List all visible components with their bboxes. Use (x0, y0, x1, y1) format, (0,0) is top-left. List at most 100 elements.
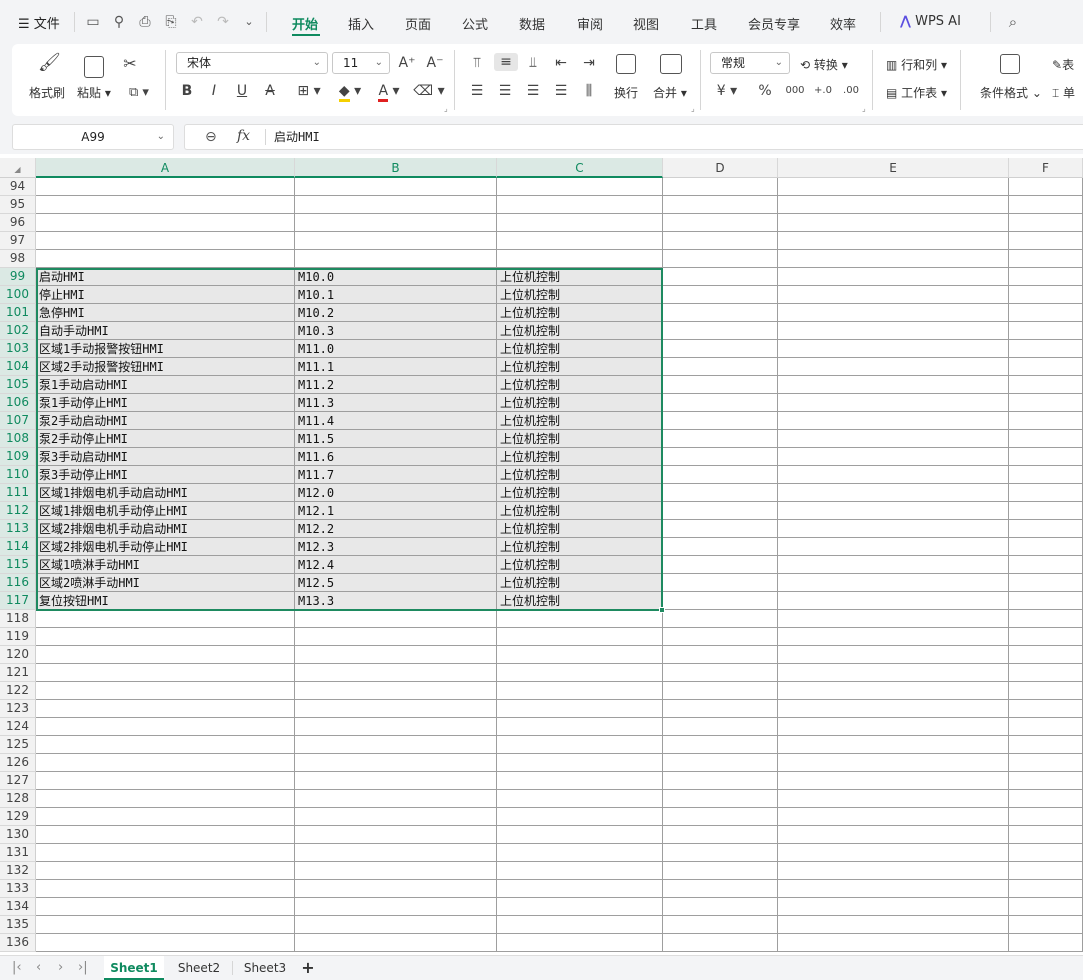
cell-a105[interactable]: 泵1手动启动HMI (36, 376, 295, 394)
share-icon[interactable]: ⚲ (110, 13, 128, 31)
row-header[interactable]: 110 (0, 466, 36, 484)
cell-b132[interactable] (295, 862, 497, 880)
cell-e94[interactable] (778, 178, 1009, 196)
cell-b107[interactable]: M11.4 (295, 412, 497, 430)
align-bottom-icon[interactable]: ⫫ (524, 54, 542, 72)
row-header[interactable]: 98 (0, 250, 36, 268)
row-header[interactable]: 113 (0, 520, 36, 538)
prev-sheet-icon[interactable]: ‹ (36, 960, 41, 975)
cell-e104[interactable] (778, 358, 1009, 376)
cell-c98[interactable] (497, 250, 663, 268)
cell-a103[interactable]: 区域1手动报警按钮HMI (36, 340, 295, 358)
cell-a94[interactable] (36, 178, 295, 196)
cell-f116[interactable] (1009, 574, 1083, 592)
cell-c94[interactable] (497, 178, 663, 196)
cell-d132[interactable] (663, 862, 778, 880)
cell-d119[interactable] (663, 628, 778, 646)
cell-f118[interactable] (1009, 610, 1083, 628)
dialog-launcher-icon[interactable]: ⌟ (691, 104, 695, 113)
row-header[interactable]: 109 (0, 448, 36, 466)
cell-d104[interactable] (663, 358, 778, 376)
dialog-launcher-icon[interactable]: ⌟ (862, 104, 866, 113)
cell-c104[interactable]: 上位机控制 (497, 358, 663, 376)
cell-f128[interactable] (1009, 790, 1083, 808)
cell-b101[interactable]: M10.2 (295, 304, 497, 322)
cell-e115[interactable] (778, 556, 1009, 574)
cell-f121[interactable] (1009, 664, 1083, 682)
cell-c117[interactable]: 上位机控制 (497, 592, 663, 610)
font-color-button[interactable]: A ▾ (372, 82, 406, 102)
redo-icon[interactable]: ↷ (214, 13, 232, 31)
cell-b104[interactable]: M11.1 (295, 358, 497, 376)
cell-a109[interactable]: 泵3手动启动HMI (36, 448, 295, 466)
format-painter-button[interactable]: 格式刷 (29, 84, 65, 101)
cell-f135[interactable] (1009, 916, 1083, 934)
tab-efficiency[interactable]: 效率 (830, 14, 856, 33)
cell-e118[interactable] (778, 610, 1009, 628)
cell-b100[interactable]: M10.1 (295, 286, 497, 304)
cell-a98[interactable] (36, 250, 295, 268)
cell-c135[interactable] (497, 916, 663, 934)
cell-a95[interactable] (36, 196, 295, 214)
cell-b118[interactable] (295, 610, 497, 628)
cell-c123[interactable] (497, 700, 663, 718)
cell-b124[interactable] (295, 718, 497, 736)
tab-formula[interactable]: 公式 (462, 14, 488, 33)
align-middle-icon[interactable]: ≡ (494, 53, 518, 71)
align-center-icon[interactable]: ☰ (496, 82, 514, 100)
cell-b127[interactable] (295, 772, 497, 790)
cell-b102[interactable]: M10.3 (295, 322, 497, 340)
cell-c129[interactable] (497, 808, 663, 826)
cell-f125[interactable] (1009, 736, 1083, 754)
cell-e96[interactable] (778, 214, 1009, 232)
cell-a102[interactable]: 自动手动HMI (36, 322, 295, 340)
row-header[interactable]: 106 (0, 394, 36, 412)
decrease-decimal-button[interactable]: .00 (840, 82, 862, 100)
cell-d97[interactable] (663, 232, 778, 250)
cell-f110[interactable] (1009, 466, 1083, 484)
cell-a100[interactable]: 停止HMI (36, 286, 295, 304)
cell-e111[interactable] (778, 484, 1009, 502)
cell-b136[interactable] (295, 934, 497, 952)
row-header[interactable]: 131 (0, 844, 36, 862)
chevron-down-icon[interactable]: ⌄ (240, 13, 258, 31)
paste-icon[interactable] (84, 56, 104, 78)
cell-e105[interactable] (778, 376, 1009, 394)
cell-c105[interactable]: 上位机控制 (497, 376, 663, 394)
cell-e113[interactable] (778, 520, 1009, 538)
print-preview-icon[interactable]: ⎘ (162, 13, 180, 31)
cell-f122[interactable] (1009, 682, 1083, 700)
cell-f104[interactable] (1009, 358, 1083, 376)
cell-c100[interactable]: 上位机控制 (497, 286, 663, 304)
cell-a130[interactable] (36, 826, 295, 844)
cell-c119[interactable] (497, 628, 663, 646)
cell-d112[interactable] (663, 502, 778, 520)
cell-c126[interactable] (497, 754, 663, 772)
cell-e132[interactable] (778, 862, 1009, 880)
cell-e125[interactable] (778, 736, 1009, 754)
cell-b97[interactable] (295, 232, 497, 250)
cell-a125[interactable] (36, 736, 295, 754)
paste-button[interactable]: 粘贴 ▾ (77, 84, 111, 101)
cell-e98[interactable] (778, 250, 1009, 268)
cell-a129[interactable] (36, 808, 295, 826)
cell-b129[interactable] (295, 808, 497, 826)
row-header[interactable]: 116 (0, 574, 36, 592)
row-header[interactable]: 135 (0, 916, 36, 934)
tab-data[interactable]: 数据 (519, 14, 545, 33)
cell-e121[interactable] (778, 664, 1009, 682)
cell-b95[interactable] (295, 196, 497, 214)
number-format-select[interactable]: 常规 ⌄ (710, 52, 790, 74)
row-header[interactable]: 123 (0, 700, 36, 718)
cell-f95[interactable] (1009, 196, 1083, 214)
cell-d108[interactable] (663, 430, 778, 448)
column-header-d[interactable]: D (663, 158, 778, 178)
cell-f102[interactable] (1009, 322, 1083, 340)
cell-c114[interactable]: 上位机控制 (497, 538, 663, 556)
cell-a113[interactable]: 区域2排烟电机手动启动HMI (36, 520, 295, 538)
cell-c121[interactable] (497, 664, 663, 682)
cell-e123[interactable] (778, 700, 1009, 718)
decrease-font-icon[interactable]: A⁻ (426, 54, 444, 72)
cell-b123[interactable] (295, 700, 497, 718)
cell-d125[interactable] (663, 736, 778, 754)
